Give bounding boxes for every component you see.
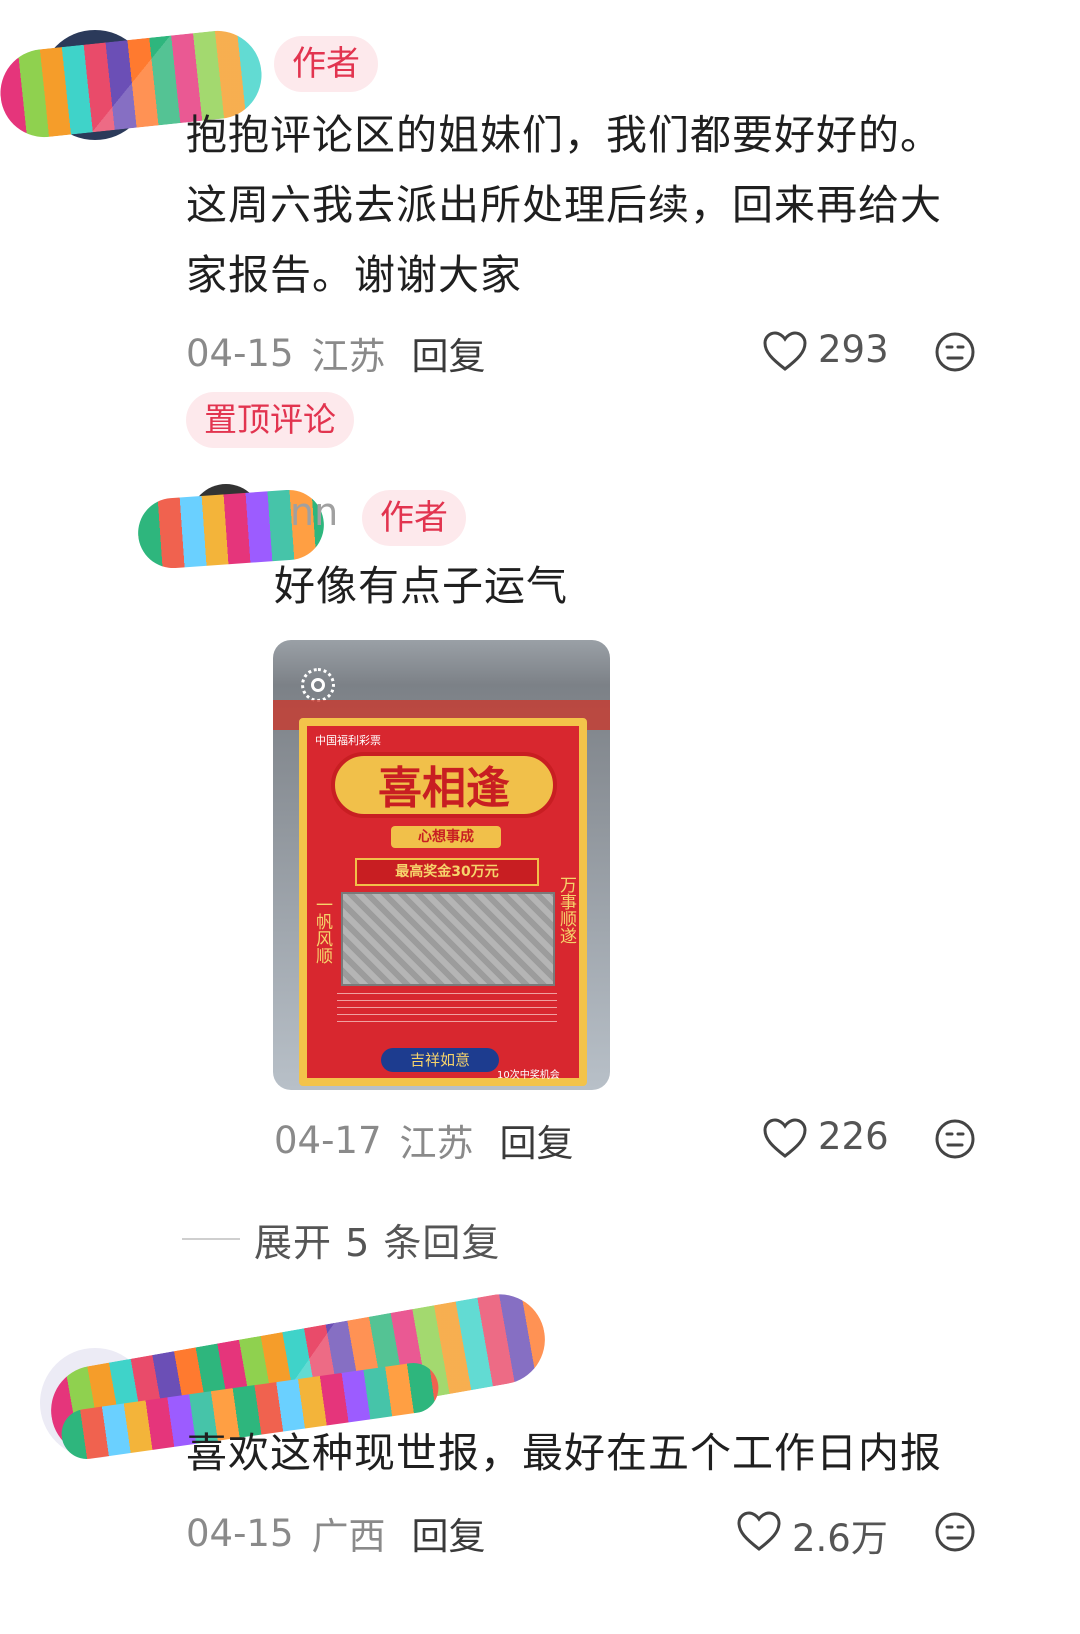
comment-text: 抱抱评论区的姐妹们，我们都要好好的。 这周六我去派出所处理后续，回来再给大 家报… [186,111,942,299]
like-count: 226 [818,1115,889,1158]
comment-meta: 04-15 江苏 回复 [186,326,486,380]
comment-location: 江苏 [311,335,386,378]
ticket-rules [337,988,557,1028]
author-tag: 作者 [362,490,466,546]
ticket-title: 喜相逢 [331,752,557,818]
like-count: 2.6万 [792,1517,888,1560]
ticket-chances: 10次中奖机会 [497,1070,560,1081]
heart-icon[interactable] [736,1510,782,1552]
neutral-face-icon[interactable] [934,1511,976,1553]
like-count: 293 [818,328,889,371]
ticket-side-right: 万事顺遂 [556,876,576,944]
pinned-tag: 置顶评论 [186,392,354,448]
comment-text: 好像有点子运气 [274,562,568,610]
comment-text: 喜欢这种现世报，最好在五个工作日内报 [186,1429,942,1477]
reply-button[interactable]: 回复 [412,1506,486,1560]
author-tag: 作者 [274,36,378,92]
comment-image[interactable]: 中国福利彩票 喜相逢 心想事成 最高奖金30万元 一帆风顺 万事顺遂 吉祥如意 … [273,640,610,1090]
neutral-face-icon[interactable] [934,1118,976,1160]
ticket-scratch-area [341,892,555,986]
comment-location: 江苏 [399,1122,474,1165]
comment-date: 04-15 [186,1511,294,1555]
expand-replies-button[interactable]: 展开 5 条回复 [254,1212,500,1267]
comment-location: 广西 [311,1515,386,1558]
reply-button[interactable]: 回复 [412,326,486,380]
ticket-header: 中国福利彩票 [315,734,381,747]
heart-icon[interactable] [762,1117,808,1159]
comment-date: 04-17 [274,1118,382,1162]
live-photo-icon [301,668,335,702]
comment-meta: 04-15 广西 回复 [186,1506,486,1560]
expand-divider [182,1238,240,1240]
lottery-ticket: 中国福利彩票 喜相逢 心想事成 最高奖金30万元 一帆风顺 万事顺遂 吉祥如意 … [299,718,587,1086]
heart-icon[interactable] [762,330,808,372]
ticket-side-left: 一帆风顺 [312,896,332,964]
ticket-footer: 吉祥如意 [381,1048,499,1072]
reply-button[interactable]: 回复 [500,1113,574,1167]
ticket-prize: 最高奖金30万元 [355,858,539,886]
username-partial: nn [290,490,339,534]
comment-meta: 04-17 江苏 回复 [274,1113,574,1167]
ticket-banner: 心想事成 [391,826,501,848]
comment-date: 04-15 [186,331,294,375]
neutral-face-icon[interactable] [934,331,976,373]
